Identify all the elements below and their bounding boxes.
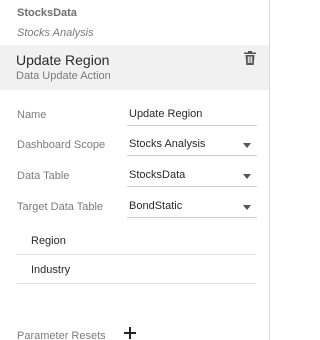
data-table-label: Data Table: [17, 170, 70, 182]
name-field[interactable]: Update Region: [127, 104, 257, 126]
dashboard-scope-select[interactable]: Stocks Analysis: [127, 134, 257, 156]
action-title: Update Region: [16, 52, 110, 68]
dashboard-scope-value: Stocks Analysis: [129, 138, 206, 150]
chevron-down-icon: [243, 174, 251, 179]
chevron-down-icon: [243, 205, 251, 210]
parameter-resets-label: Parameter Resets: [17, 330, 106, 340]
dashboard-scope-label: Dashboard Scope: [17, 139, 106, 151]
trash-icon[interactable]: [244, 51, 256, 65]
data-table-select[interactable]: StocksData: [127, 165, 257, 187]
list-item-label: Industry: [31, 264, 71, 276]
plus-icon[interactable]: [124, 327, 136, 339]
data-table-value: StocksData: [129, 169, 186, 181]
action-type: Data Update Action: [16, 70, 111, 82]
target-data-table-value: BondStatic: [129, 200, 183, 212]
target-data-table-label: Target Data Table: [17, 201, 104, 213]
name-label: Name: [17, 109, 47, 121]
target-data-table-select[interactable]: BondStatic: [127, 196, 257, 218]
action-settings-panel: StocksData Stocks Analysis Update Region…: [0, 0, 270, 340]
name-value: Update Region: [129, 108, 203, 120]
dashboard-name: Stocks Analysis: [17, 27, 94, 39]
list-item[interactable]: Region: [17, 228, 256, 255]
chevron-down-icon: [243, 143, 251, 148]
list-item[interactable]: Industry: [17, 257, 256, 284]
list-item-label: Region: [31, 235, 66, 247]
data-source-name: StocksData: [17, 7, 77, 19]
action-header: Update Region Data Update Action: [0, 45, 269, 90]
